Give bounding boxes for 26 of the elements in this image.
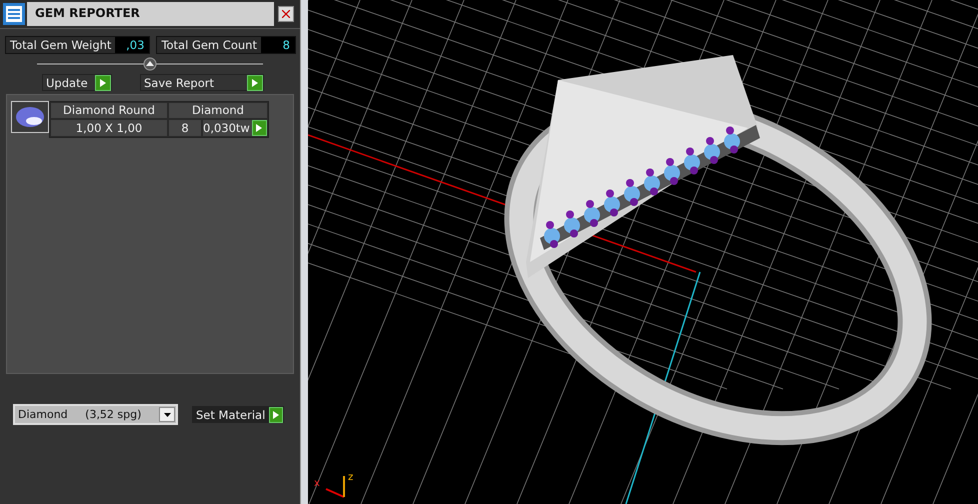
update-button[interactable]: Update bbox=[42, 74, 112, 91]
panel-title: GEM REPORTER bbox=[27, 2, 274, 26]
collapse-slider-icon[interactable] bbox=[37, 57, 263, 71]
set-material-button[interactable]: Set Material bbox=[192, 406, 284, 423]
table-cell: Diamond Round bbox=[50, 102, 168, 119]
gem-icon bbox=[15, 106, 45, 128]
axis-gizmo-drawing bbox=[326, 476, 345, 498]
save-report-button[interactable]: Save Report bbox=[140, 74, 264, 91]
material-dropdown[interactable]: Diamond (3,52 spg) bbox=[13, 404, 178, 425]
close-icon bbox=[282, 10, 290, 18]
table-cell: Diamond bbox=[168, 102, 268, 119]
table-cell: 1,00 X 1,00 bbox=[50, 119, 168, 137]
total-field: Total Gem Count 8 bbox=[156, 36, 296, 54]
details-button[interactable] bbox=[252, 120, 267, 136]
z-axis-label: z bbox=[348, 472, 354, 483]
play-arrow-icon bbox=[256, 124, 262, 132]
play-arrow-icon bbox=[100, 78, 106, 86]
play-arrow-icon bbox=[252, 78, 258, 86]
play-arrow-icon bbox=[273, 410, 280, 418]
close-button[interactable] bbox=[278, 6, 294, 22]
table-cell: 0,030tw bbox=[202, 119, 268, 137]
x-axis-label: x bbox=[314, 478, 320, 489]
caret-icon bbox=[164, 412, 170, 416]
table-cell: 8 bbox=[168, 119, 202, 137]
report-icon bbox=[3, 3, 25, 25]
total-field: Total Gem Weight ,03 bbox=[5, 36, 150, 54]
